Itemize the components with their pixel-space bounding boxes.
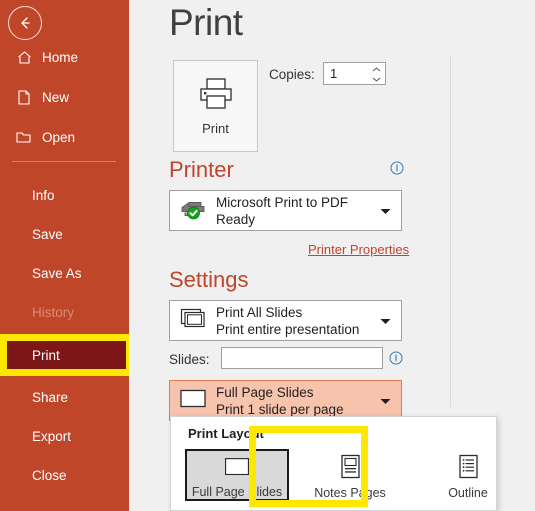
chevron-up-icon <box>372 67 380 72</box>
print-layout-text: Full Page Slides Print 1 slide per page <box>216 384 344 418</box>
printer-section-heading: Printer <box>169 157 234 182</box>
sidebar-divider <box>12 161 116 162</box>
printer-status-icon <box>179 196 207 225</box>
copies-label: Copies: <box>269 67 315 82</box>
print-button-label: Print <box>202 121 229 136</box>
sidebar-item-new[interactable]: New <box>0 82 129 112</box>
sidebar-label-info: Info <box>32 187 55 203</box>
copies-value: 1 <box>330 66 338 81</box>
layout-option-full-page-slides[interactable]: Full Page Slides <box>185 449 289 501</box>
print-layout-select[interactable]: Full Page Slides Print 1 slide per page <box>169 380 402 421</box>
sidebar-item-print[interactable]: Print <box>0 339 129 371</box>
sidebar-item-save-as[interactable]: Save As <box>0 258 129 288</box>
outline-icon <box>459 454 478 479</box>
sidebar-label-history: History <box>32 304 75 320</box>
slides-info-icon[interactable] <box>389 351 403 365</box>
copies-input[interactable]: 1 <box>323 62 386 85</box>
chevron-down-icon[interactable] <box>380 312 391 330</box>
layout-option-label: Outline <box>448 486 488 500</box>
sidebar-item-share[interactable]: Share <box>0 382 129 412</box>
layout-option-label: Notes Pages <box>314 486 386 500</box>
sidebar-item-open[interactable]: Open <box>0 122 129 152</box>
sidebar-item-close[interactable]: Close <box>0 460 129 490</box>
layout-option-outline[interactable]: Outline <box>416 449 520 501</box>
settings-section-heading: Settings <box>169 267 249 292</box>
print-range-desc: Print entire presentation <box>216 321 360 337</box>
sidebar-label-new: New <box>42 89 70 105</box>
print-range-select[interactable]: Print All Slides Print entire presentati… <box>169 300 402 341</box>
sidebar-label-export: Export <box>32 428 72 444</box>
slides-label: Slides: <box>169 352 210 367</box>
chevron-down-icon <box>372 77 380 82</box>
sidebar-label-save-as: Save As <box>32 265 82 281</box>
home-icon <box>10 49 38 66</box>
print-button[interactable]: Print <box>173 60 258 152</box>
printer-info-icon[interactable] <box>390 161 404 175</box>
print-range-text: Print All Slides Print entire presentati… <box>216 304 359 338</box>
folder-icon <box>10 129 38 145</box>
sidebar-item-history: History <box>0 297 129 327</box>
print-main-pane: Print Print Copies: 1 Printer Microsoft … <box>129 0 535 511</box>
sidebar-item-save[interactable]: Save <box>0 219 129 249</box>
sidebar-item-info[interactable]: Info <box>0 180 129 210</box>
printer-status: Ready <box>216 211 256 227</box>
printer-select-text: Microsoft Print to PDF Ready <box>216 194 348 228</box>
printer-select[interactable]: Microsoft Print to PDF Ready <box>169 190 402 231</box>
back-arrow-icon <box>21 17 30 29</box>
print-range-title: Print All Slides <box>216 304 303 320</box>
slides-input[interactable] <box>221 347 383 369</box>
backstage-sidebar: Home New Open Info Save Save As History … <box>0 0 129 511</box>
sidebar-label-save: Save <box>32 226 63 242</box>
sidebar-label-open: Open <box>42 129 76 145</box>
back-button[interactable] <box>8 6 42 40</box>
chevron-down-icon[interactable] <box>380 202 391 220</box>
copies-stepper[interactable] <box>371 65 381 84</box>
notes-page-icon <box>341 454 360 479</box>
printer-icon <box>199 78 232 109</box>
full-page-slide-icon <box>179 387 207 414</box>
print-layout-dropdown-panel: Print Layout Full Page Slides Notes Page… <box>170 416 497 511</box>
print-layout-title: Full Page Slides <box>216 384 314 400</box>
all-slides-icon <box>179 307 207 335</box>
sidebar-item-export[interactable]: Export <box>0 421 129 451</box>
page-icon <box>10 89 38 106</box>
sidebar-item-home[interactable]: Home <box>0 42 129 72</box>
layout-option-label: Full Page Slides <box>191 485 283 499</box>
powerpoint-print-backstage: Home New Open Info Save Save As History … <box>0 0 535 511</box>
full-page-slide-icon <box>224 458 250 476</box>
sidebar-label-share: Share <box>32 389 69 405</box>
sidebar-label-print: Print <box>32 347 60 363</box>
print-layout-desc: Print 1 slide per page <box>216 401 344 417</box>
vertical-divider <box>450 55 451 385</box>
chevron-down-icon[interactable] <box>380 392 391 410</box>
vertical-divider-lower <box>450 385 451 407</box>
printer-properties-link[interactable]: Printer Properties <box>308 242 409 257</box>
sidebar-label-close: Close <box>32 467 67 483</box>
page-title: Print <box>169 2 243 43</box>
print-layout-panel-title: Print Layout <box>188 426 264 441</box>
printer-name: Microsoft Print to PDF <box>216 194 349 210</box>
layout-option-notes-pages[interactable]: Notes Pages <box>298 449 402 501</box>
sidebar-label-home: Home <box>42 49 79 65</box>
